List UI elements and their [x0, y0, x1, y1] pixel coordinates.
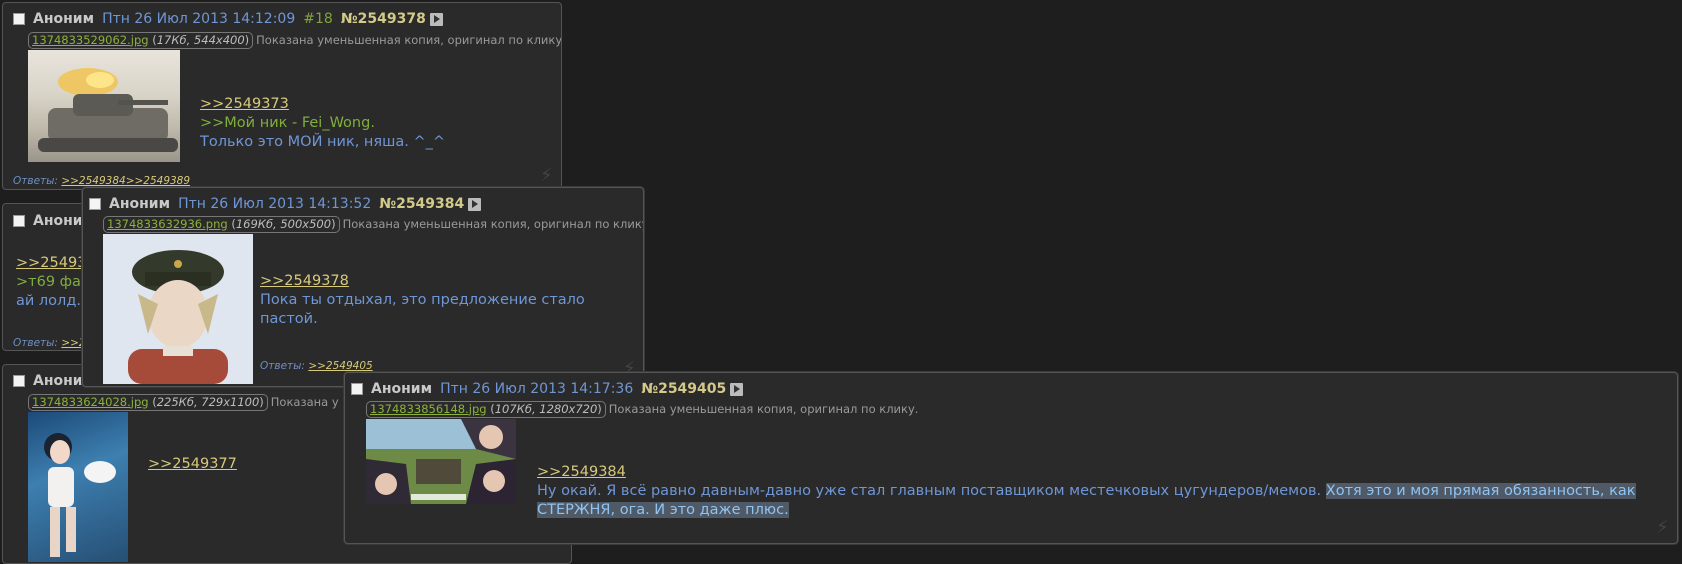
file-meta: 169Кб, 500x500 — [235, 216, 332, 231]
post-select-checkbox[interactable] — [13, 13, 25, 25]
reply-link[interactable]: >>2549384 — [61, 175, 125, 187]
reply-link[interactable]: >>2549405 — [308, 360, 372, 372]
post-body: >>2549373 >>Мой ник - Fei_Wong. Только э… — [200, 95, 540, 152]
post-select-checkbox[interactable] — [13, 375, 25, 387]
post-body: >>2549377 — [148, 455, 237, 474]
post-2549378: Аноним Птн 26 Июл 2013 14:12:09 #18 №254… — [2, 2, 562, 190]
file-link[interactable]: 1374833632936.png — [107, 217, 228, 231]
file-meta: 107Кб, 1280x720 — [494, 401, 598, 416]
file-note: Показана уменьшенная копия, оригинал по … — [608, 402, 919, 416]
post-header: Аноним Птн 26 Июл 2013 14:12:09 #18 №254… — [13, 9, 443, 29]
post-number-link[interactable]: №2549384 — [379, 196, 464, 212]
file-info: 1374833632936.png (169Кб, 500x500) Показ… — [103, 215, 644, 233]
replies-label: Ответы: — [13, 337, 58, 349]
post-date: Птн 26 Июл 2013 14:12:09 — [102, 11, 296, 27]
replies-label: Ответы: — [260, 360, 305, 372]
popup-post-2549405: Аноним Птн 26 Июл 2013 14:17:36 №2549405… — [344, 372, 1678, 544]
post-header: Аноним Птн 26 Июл 2013 14:17:36 №2549405 — [351, 379, 744, 399]
file-note: Показана у — [270, 395, 339, 409]
post-select-checkbox[interactable] — [13, 215, 25, 227]
post-author: Аноним — [371, 381, 433, 397]
replies-list: Ответы: >>2549384>>2549389 — [13, 175, 190, 187]
file-meta: 225Кб, 729x1100 — [156, 394, 260, 409]
post-index: #18 — [303, 11, 333, 27]
reply-reference-link[interactable]: >>2549384 — [537, 464, 626, 480]
file-meta: 17Кб, 544x400 — [156, 32, 245, 47]
post-thumbnail[interactable] — [28, 412, 128, 562]
post-thumbnail[interactable] — [366, 419, 516, 504]
post-select-checkbox[interactable] — [89, 198, 101, 210]
file-link[interactable]: 1374833624028.jpg — [32, 395, 149, 409]
play-icon[interactable] — [429, 12, 443, 26]
post-date: Птн 26 Июл 2013 14:13:52 — [178, 196, 372, 212]
reply-reference-link[interactable]: >>2549377 — [148, 456, 237, 472]
quoted-text: >>Мой ник - Fei_Wong. — [200, 115, 375, 131]
post-thumbnail[interactable] — [28, 50, 180, 162]
post-body: >>2549378 Пока ты отдыхал, это предложен… — [260, 272, 590, 329]
post-number-link[interactable]: №2549405 — [641, 381, 726, 397]
anime-officer-image-icon — [128, 250, 228, 384]
reply-reference-link[interactable]: >>2549378 — [260, 273, 349, 289]
post-number-link[interactable]: №2549378 — [341, 11, 426, 27]
post-author: Аноним — [33, 11, 95, 27]
play-icon[interactable] — [468, 197, 482, 211]
post-thumbnail[interactable] — [103, 234, 253, 384]
replies-list: Ответы: >>2549405 — [260, 360, 373, 372]
anime-girl-image-icon — [44, 433, 116, 557]
post-select-checkbox[interactable] — [351, 383, 363, 395]
anime-collage-image-icon — [366, 419, 516, 504]
file-note: Показана уменьшенная копия, оригинал по … — [342, 217, 644, 231]
replies-label: Ответы: — [13, 175, 58, 187]
play-icon[interactable] — [730, 382, 744, 396]
lightning-icon: ⚡ — [1656, 517, 1669, 538]
post-header: Аноним Птн 26 Июл 2013 14:13:52 №2549384 — [89, 194, 482, 214]
file-info: 1374833856148.jpg (107Кб, 1280x720) Пока… — [366, 400, 918, 418]
file-note: Показана уменьшенная копия, оригинал по … — [256, 33, 562, 47]
message-text: Пока ты отдыхал, это предложение стало п… — [260, 292, 585, 327]
reply-reference-link[interactable]: >>2549373 — [200, 96, 289, 112]
reply-link[interactable]: >>2549389 — [126, 175, 190, 187]
popup-post-2549384: Аноним Птн 26 Июл 2013 14:13:52 №2549384… — [82, 187, 644, 387]
lightning-icon: ⚡ — [540, 165, 553, 186]
file-info: 1374833529062.jpg (17Кб, 544x400) Показа… — [28, 31, 562, 49]
post-author: Аноним — [109, 196, 171, 212]
message-text: Ну окай. Я всё равно давным-давно уже ст… — [537, 483, 1322, 499]
tank-image-icon — [38, 68, 178, 152]
message-text: Только это МОЙ ник, няша. ^_^ — [200, 134, 446, 150]
post-body: >>2549384 Ну окай. Я всё равно давным-да… — [537, 463, 1647, 520]
file-link[interactable]: 1374833856148.jpg — [370, 402, 487, 416]
post-date: Птн 26 Июл 2013 14:17:36 — [440, 381, 634, 397]
file-link[interactable]: 1374833529062.jpg — [32, 33, 149, 47]
file-info: 1374833624028.jpg (225Кб, 729x1100) Пока… — [28, 393, 339, 411]
